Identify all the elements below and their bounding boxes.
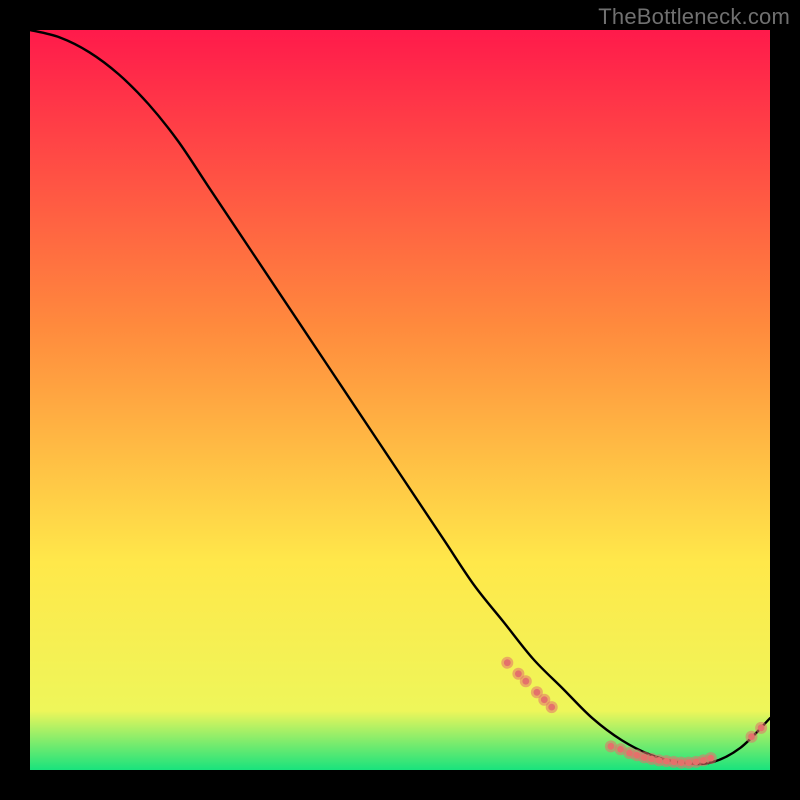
marker-inner: [548, 704, 555, 711]
gradient-bg: [30, 30, 770, 770]
marker-inner: [504, 659, 511, 666]
chart-frame: TheBottleneck.com: [0, 0, 800, 800]
chart-svg: [30, 30, 770, 770]
marker-inner: [707, 755, 714, 762]
marker-inner: [608, 743, 615, 750]
marker-inner: [541, 696, 548, 703]
marker-inner: [617, 746, 624, 753]
marker-inner: [515, 670, 522, 677]
marker-inner: [758, 724, 765, 731]
marker-inner: [748, 733, 755, 740]
plot-area: [30, 30, 770, 770]
watermark-text: TheBottleneck.com: [598, 4, 790, 30]
marker-inner: [522, 678, 529, 685]
marker-inner: [534, 689, 541, 696]
